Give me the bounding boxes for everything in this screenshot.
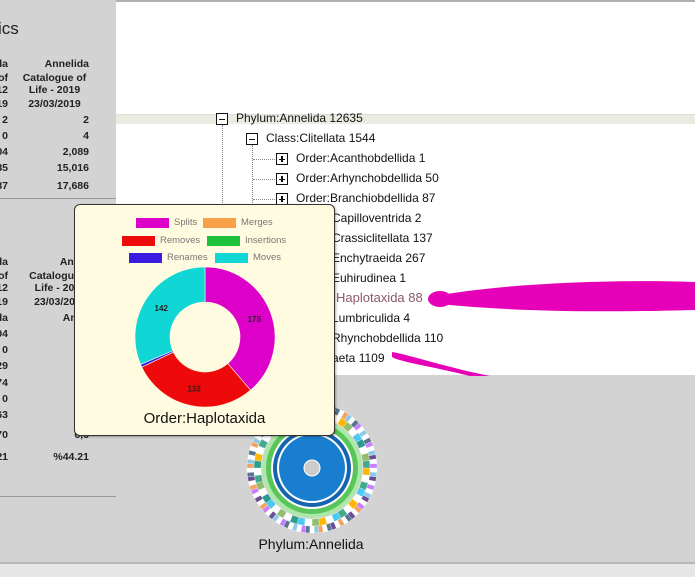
tree-node[interactable]: Rhynchobdellida 110	[332, 331, 443, 345]
collapse-toggle[interactable]	[246, 133, 258, 145]
tree-connector	[253, 199, 275, 200]
tree-node[interactable]: Order:Branchiobdellida 87	[296, 191, 435, 205]
sunburst-mid-segment	[311, 518, 320, 527]
sunburst-mid-segment	[362, 467, 371, 476]
table-cell: of	[0, 72, 8, 84]
table-cell: 0	[2, 392, 8, 405]
sunburst-outer-segment	[246, 467, 255, 473]
sunburst-outer-segment	[369, 458, 378, 465]
table-cell: 04	[0, 146, 8, 158]
tree-node[interactable]: Class:Clitellata 1544	[266, 131, 375, 145]
statistics-title: ics	[0, 19, 19, 38]
table-cell: 204	[0, 328, 8, 341]
table-cell: 074	[0, 376, 8, 389]
sunburst-center	[303, 459, 321, 477]
legend-swatch	[136, 218, 169, 228]
legend-label: Insertions	[245, 235, 287, 246]
order-popup: Splits Merges Removes Insertions Renames Move…	[74, 204, 335, 436]
expand-toggle[interactable]	[276, 153, 288, 165]
table-cell: Life - 2019	[28, 84, 81, 96]
sunburst-outer-segment	[309, 525, 315, 534]
table-cell: 2	[2, 114, 8, 126]
tree-node[interactable]: Order:Arhynchobdellida 50	[296, 171, 439, 185]
legend-label: Renames	[167, 252, 208, 263]
table-cell: 4	[83, 130, 89, 142]
table-cell: 21	[0, 450, 8, 463]
divider	[0, 496, 116, 497]
tree-connector	[253, 179, 275, 180]
table-cell: 37	[0, 180, 8, 192]
table-cell: 12	[0, 282, 8, 294]
donut-data-label: 175	[248, 315, 262, 324]
donut-data-label: 142	[155, 304, 169, 313]
table-cell: of	[0, 270, 8, 282]
legend-swatch	[207, 236, 240, 246]
table-cell: Catalogue of	[22, 72, 87, 84]
table-cell: 263	[0, 408, 8, 421]
table-cell: Annelida	[44, 58, 89, 70]
tree-node[interactable]: Capilloventrida 2	[332, 211, 421, 225]
table-cell: 019	[0, 296, 8, 308]
popup-title: Order:Haplotaxida	[143, 410, 266, 427]
tree-node[interactable]: Lumbriculida 4	[332, 311, 410, 325]
table-cell: 12	[0, 84, 8, 96]
legend-swatch	[122, 236, 155, 246]
sunburst-mid-segment	[253, 467, 262, 476]
tree-node[interactable]: Haplotaxida 88	[336, 290, 423, 305]
legend-label: Moves	[253, 252, 281, 263]
tree-node[interactable]: Order:Acanthobdellida 1	[296, 151, 425, 165]
table-cell: da	[0, 58, 8, 70]
table-cell: 17,686	[56, 180, 89, 192]
sunburst-outer-segment	[313, 525, 319, 534]
changes-donut-chart: 175 132 142	[134, 267, 276, 408]
tree-node[interactable]: Euhirudinea 1	[332, 271, 406, 285]
tree-node[interactable]: Phylum:Annelida 12635	[236, 111, 363, 125]
table-cell: 35	[0, 162, 8, 174]
legend-swatch	[129, 253, 162, 263]
legend-label: Splits	[174, 217, 198, 228]
table-cell: 2	[83, 114, 89, 126]
table-cell: %44.21	[53, 450, 89, 463]
legend-label: Removes	[160, 235, 201, 246]
table-cell: da	[0, 256, 8, 268]
tree-connector	[253, 159, 275, 160]
tree-node[interactable]: Enchytraeida 267	[332, 251, 425, 265]
tree-selected-band	[116, 114, 695, 124]
sunburst-mid-segment	[362, 460, 371, 469]
sunburst-label: Phylum:Annelida	[258, 536, 364, 552]
table-cell: 23/03/2019	[28, 98, 81, 110]
status-bar	[0, 562, 695, 577]
sunburst-outer-segment	[369, 467, 378, 473]
table-cell: 15,016	[56, 162, 89, 174]
table-cell: 19	[0, 98, 8, 110]
table-cell: 0	[2, 344, 8, 357]
app-root: ics da Annelida of Catalogue of 12 Life …	[0, 0, 695, 577]
donut-data-label: 132	[187, 384, 201, 393]
legend-swatch	[203, 218, 236, 228]
legend-swatch	[215, 253, 248, 263]
donut-slice	[134, 267, 206, 365]
sunburst-outer-segment	[369, 463, 378, 469]
table-cell: 229	[0, 360, 8, 373]
table-cell: 0	[2, 130, 8, 142]
legend-label: Merges	[241, 217, 273, 228]
table-cell: 070	[0, 428, 8, 441]
collapse-toggle[interactable]	[216, 113, 228, 125]
sunburst-mid-segment	[304, 518, 313, 527]
sunburst-outer-segment	[246, 471, 255, 478]
table-cell: da	[0, 312, 8, 325]
table-cell: 2,089	[62, 146, 89, 158]
tree-node[interactable]: aeta 1109	[332, 351, 385, 365]
sunburst-outer-segment	[246, 463, 255, 469]
divider	[0, 198, 116, 199]
tree-node[interactable]: Crassiclitellata 137	[332, 231, 433, 245]
sunburst-mid-segment	[253, 460, 262, 469]
expand-toggle[interactable]	[276, 173, 288, 185]
